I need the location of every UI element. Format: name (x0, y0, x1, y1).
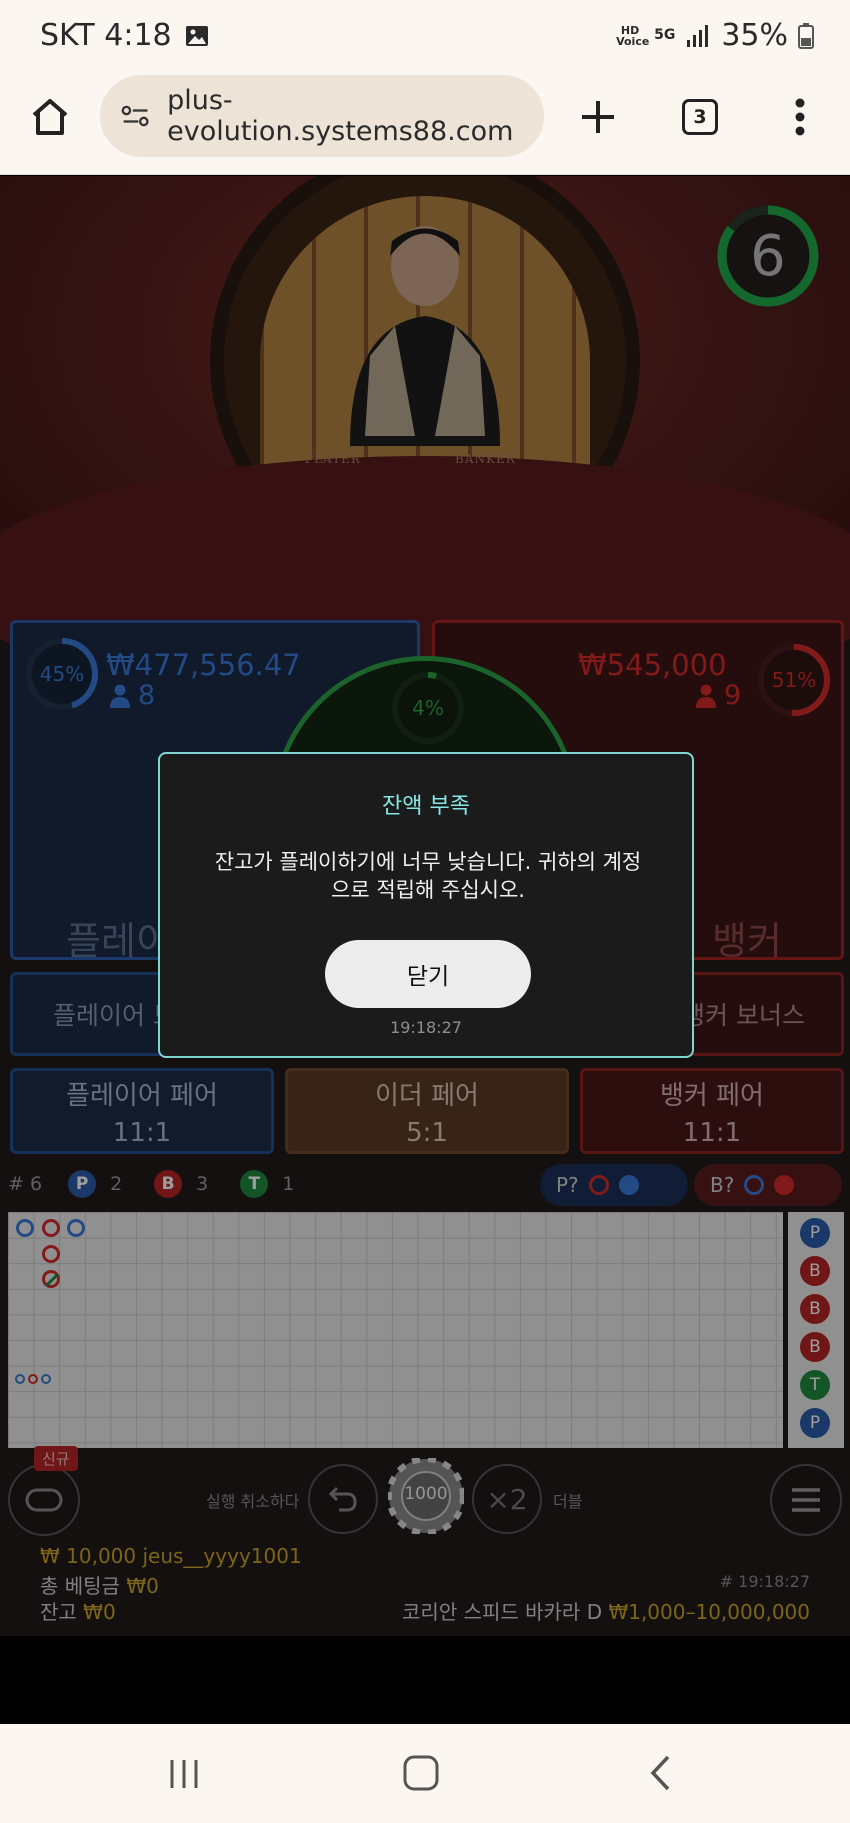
back-icon[interactable] (646, 1754, 676, 1792)
insufficient-balance-dialog: 잔액 부족 잔고가 플레이하기에 너무 낮습니다. 귀하의 계정 으로 적립해 … (158, 752, 694, 1058)
status-bar: SKT 4:18 HD Voice 5G 35% (0, 0, 850, 75)
recent-apps-icon[interactable] (166, 1756, 202, 1792)
browser-menu-button[interactable] (776, 93, 824, 141)
home-button[interactable] (26, 93, 74, 141)
plus-icon (582, 101, 614, 133)
gallery-notification-icon (185, 25, 208, 46)
tab-count: 3 (682, 99, 718, 135)
network-5g-icon: 5G (654, 27, 676, 43)
battery-icon (798, 22, 814, 49)
dialog-message: 잔고가 플레이하기에 너무 낮습니다. 귀하의 계정 으로 적립해 주십시오. (190, 848, 666, 904)
game-area: PLAYER BANKER 6 45% ₩477,556.47 8 51% ₩5… (0, 176, 850, 1636)
dialog-message-line2: 으로 적립해 주십시오. (331, 878, 525, 902)
tab-switcher-button[interactable]: 3 (676, 93, 724, 141)
dialog-close-button[interactable]: 닫기 (325, 940, 531, 1008)
home-nav-icon[interactable] (402, 1754, 440, 1792)
dialog-message-line1: 잔고가 플레이하기에 너무 낮습니다. 귀하의 계정 (214, 850, 642, 874)
battery-percent: 35% (721, 18, 788, 53)
dialog-title: 잔액 부족 (382, 794, 470, 819)
bottom-black-area (0, 1636, 850, 1724)
browser-toolbar: plus-evolution.systems88.com 3 (0, 75, 850, 175)
home-icon (32, 99, 68, 135)
hd-voice-icon: HD Voice (616, 23, 650, 48)
dialog-time: 19:18:27 (390, 1018, 462, 1037)
new-tab-button[interactable] (574, 93, 622, 141)
carrier-time: SKT 4:18 (40, 18, 172, 53)
system-nav-bar (0, 1724, 850, 1823)
more-vertical-icon (795, 98, 805, 136)
site-settings-icon[interactable] (120, 101, 151, 131)
signal-icon (687, 24, 709, 47)
url-bar[interactable]: plus-evolution.systems88.com (100, 75, 544, 157)
url-text: plus-evolution.systems88.com (167, 85, 514, 147)
